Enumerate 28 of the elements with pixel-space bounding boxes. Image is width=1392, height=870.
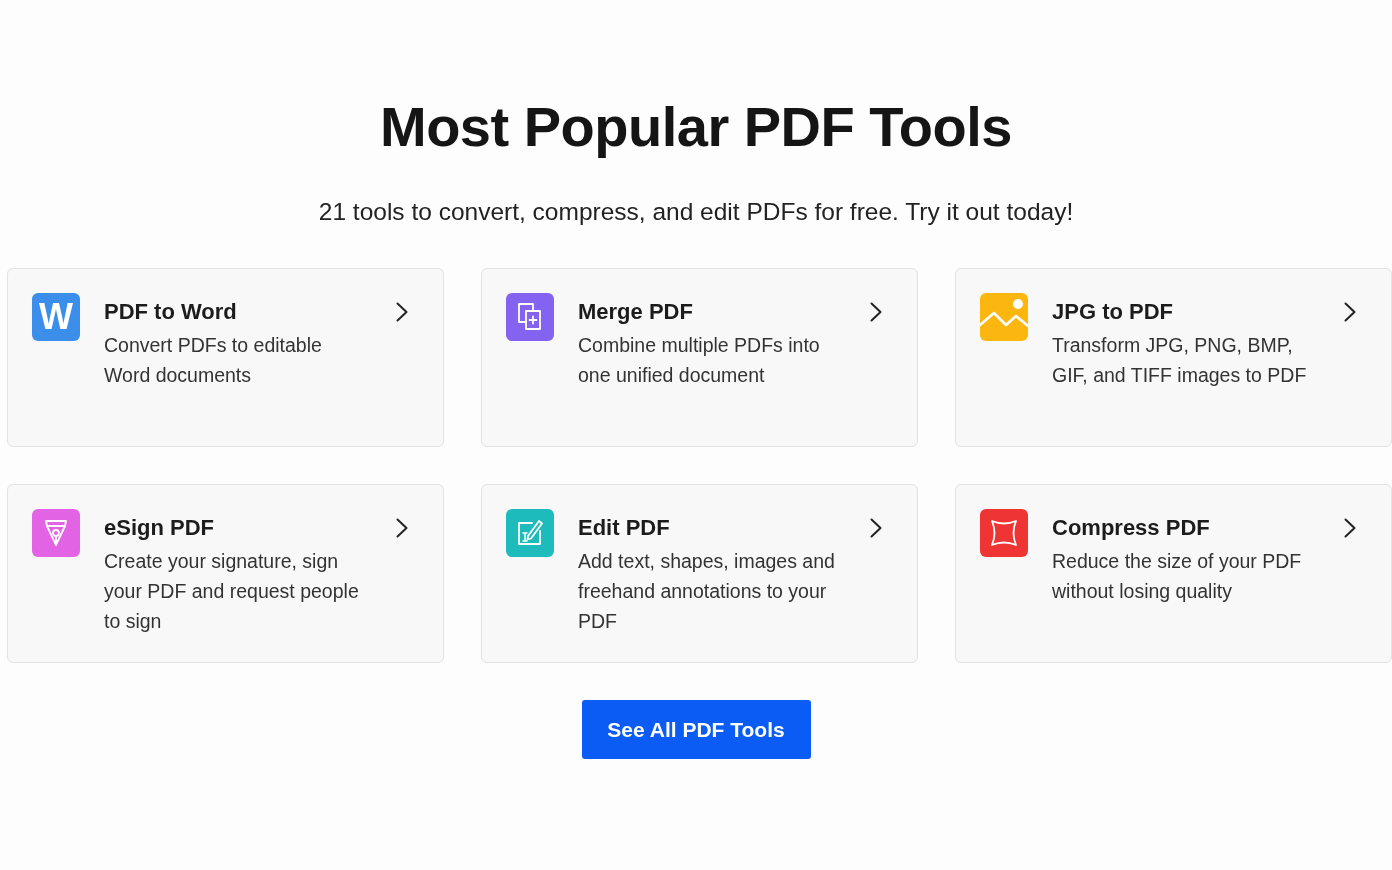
chevron-right-icon	[396, 302, 408, 322]
letter-tile-icon: W	[32, 293, 80, 341]
chevron-right-icon	[1344, 302, 1356, 322]
tool-description: Combine multiple PDFs into one unified document	[578, 333, 821, 388]
tool-card[interactable]: W PDF to Word Convert PDFs to editable Word documents	[7, 268, 444, 447]
chevron-right-icon	[396, 518, 408, 538]
tool-card[interactable]: JPG to PDF Transform JPG, PNG, BMP, GIF, and TIFF images to PDF	[955, 268, 1392, 447]
chevron-right-icon	[870, 518, 882, 538]
tool-title: PDF to Word	[104, 298, 238, 326]
tool-card[interactable]: Edit PDF Add text, shapes, images and freehand annotations to your PDF	[481, 484, 918, 663]
tool-description: Add text, shapes, images and freehand annotations to your PDF	[578, 549, 836, 634]
tool-description: Transform JPG, PNG, BMP, GIF, and TIFF images to PDF	[1052, 333, 1308, 388]
tool-description: Convert PDFs to editable Word documents	[104, 333, 323, 388]
see-all-tools-button[interactable]: See All PDF Tools	[581, 700, 811, 759]
chevron-right-icon	[870, 302, 882, 322]
page-subheading: 21 tools to convert, compress, and edit PDFs for free. Try it out today!	[318, 197, 1074, 227]
tool-title: Compress PDF	[1052, 514, 1211, 542]
tool-card[interactable]: Merge PDF Combine multiple PDFs into one unified document	[481, 268, 918, 447]
page-heading: Most Popular PDF Tools	[380, 94, 1012, 160]
tool-card[interactable]: eSign PDF Create your signature, sign your PDF and request people to sign	[7, 484, 444, 663]
tool-title: Edit PDF	[578, 514, 671, 542]
tool-title: Merge PDF	[578, 298, 694, 326]
tool-description: Create your signature, sign your PDF and request people to sign	[104, 549, 360, 634]
tool-title: JPG to PDF	[1052, 298, 1174, 326]
chevron-right-icon	[1344, 518, 1356, 538]
tool-description: Reduce the size of your PDF without losing quality	[1052, 549, 1303, 604]
tool-card[interactable]: Compress PDF Reduce the size of your PDF without losing quality	[955, 484, 1392, 663]
tool-title: eSign PDF	[104, 514, 215, 542]
